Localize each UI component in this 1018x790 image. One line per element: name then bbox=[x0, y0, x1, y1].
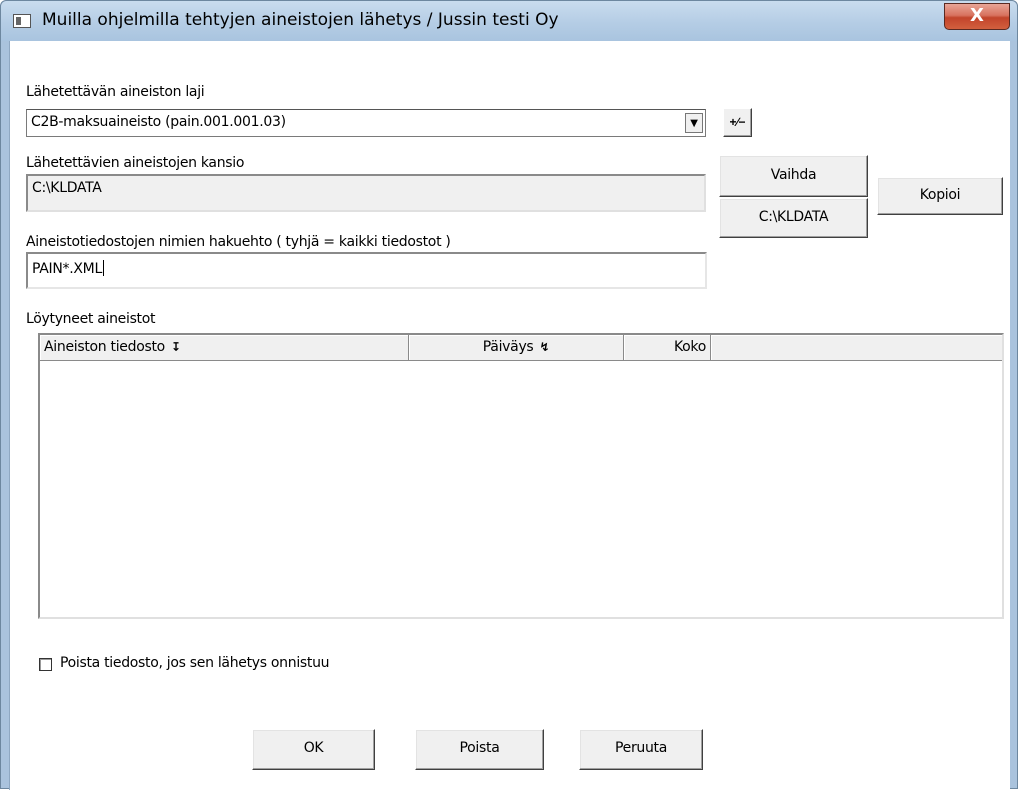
filter-label: Aineistotiedostojen nimien hakuehto ( ty… bbox=[26, 234, 451, 250]
column-header-size[interactable]: Koko bbox=[624, 335, 711, 361]
close-button[interactable]: X bbox=[944, 3, 1010, 30]
dialog-body: Lähetettävän aineiston laji C2B-maksuain… bbox=[9, 41, 1010, 790]
results-list-header: Aineiston tiedosto ↧ Päiväys ↯ Koko bbox=[40, 335, 1002, 361]
copy-button[interactable]: Kopioi bbox=[877, 177, 1003, 215]
results-label: Löytyneet aineistot bbox=[26, 311, 156, 327]
delete-button[interactable]: Poista bbox=[415, 729, 544, 770]
column-header-file-label: Aineiston tiedosto bbox=[44, 339, 165, 355]
title-bar[interactable]: Muilla ohjelmilla tehtyjen aineistojen l… bbox=[1, 1, 1017, 41]
close-icon: X bbox=[970, 5, 984, 26]
column-header-file[interactable]: Aineiston tiedosto ↧ bbox=[40, 335, 409, 361]
delete-after-send-checkbox[interactable] bbox=[39, 658, 52, 671]
folder-value: C:\KLDATA bbox=[32, 180, 102, 196]
column-header-filler bbox=[711, 335, 1002, 361]
results-list[interactable]: Aineiston tiedosto ↧ Päiväys ↯ Koko bbox=[38, 333, 1004, 619]
dialog-window: Muilla ohjelmilla tehtyjen aineistojen l… bbox=[0, 0, 1018, 790]
type-label: Lähetettävän aineiston laji bbox=[26, 84, 205, 100]
column-header-date-label: Päiväys bbox=[482, 339, 534, 355]
plus-minus-button[interactable]: +∕− bbox=[723, 108, 752, 137]
default-folder-button[interactable]: C:\KLDATA bbox=[719, 198, 868, 238]
folder-field: C:\KLDATA bbox=[26, 174, 706, 212]
column-header-date[interactable]: Päiväys ↯ bbox=[409, 335, 624, 361]
filter-input[interactable]: PAIN*.XML bbox=[26, 252, 707, 289]
change-folder-button[interactable]: Vaihda bbox=[719, 155, 868, 197]
sort-ascending-icon: ↧ bbox=[170, 340, 181, 354]
type-select[interactable]: C2B-maksuaineisto (pain.001.001.03) ▼ bbox=[26, 109, 706, 137]
window-title: Muilla ohjelmilla tehtyjen aineistojen l… bbox=[42, 10, 559, 30]
text-caret bbox=[102, 260, 104, 276]
plus-minus-icon: +∕− bbox=[729, 115, 746, 129]
cancel-button[interactable]: Peruuta bbox=[579, 729, 703, 770]
chevron-down-icon[interactable]: ▼ bbox=[685, 113, 703, 133]
delete-after-send-label[interactable]: Poista tiedosto, jos sen lähetys onnistu… bbox=[60, 655, 330, 671]
type-selected-value: C2B-maksuaineisto (pain.001.001.03) bbox=[31, 114, 286, 130]
sort-descending-icon: ↯ bbox=[539, 340, 550, 354]
ok-button[interactable]: OK bbox=[252, 729, 375, 770]
app-icon bbox=[13, 14, 31, 28]
folder-label: Lähetettävien aineistojen kansio bbox=[26, 155, 245, 171]
column-header-size-label: Koko bbox=[673, 339, 706, 355]
filter-value: PAIN*.XML bbox=[32, 261, 102, 277]
